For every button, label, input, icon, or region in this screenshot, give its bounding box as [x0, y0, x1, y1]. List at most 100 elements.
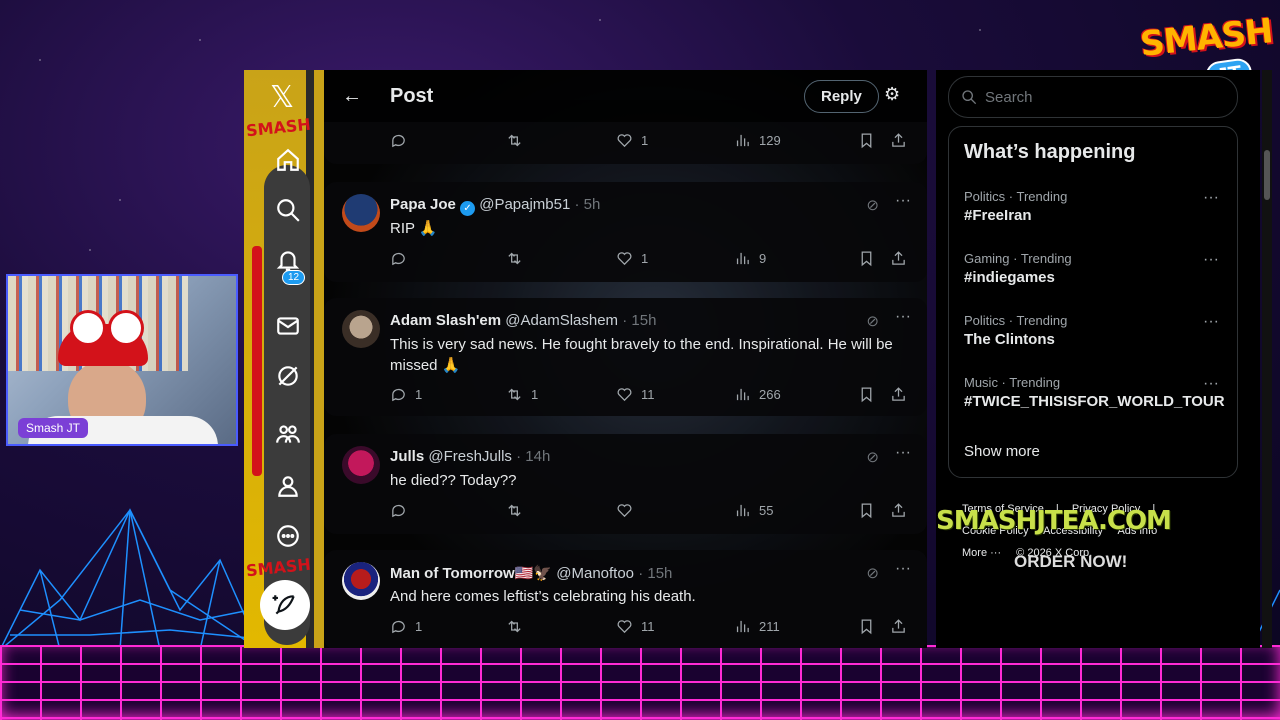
share-action[interactable] [890, 502, 907, 519]
grok-explain-icon[interactable]: ⊘ [866, 312, 879, 330]
bookmark-action[interactable] [858, 502, 875, 519]
show-more-link[interactable]: Show more [964, 443, 1040, 460]
post-header: ← Post Reply ⚙︎ [324, 70, 927, 122]
search-icon[interactable] [268, 190, 308, 230]
back-arrow-icon[interactable]: ← [342, 85, 366, 108]
like-action[interactable]: 11 [616, 386, 655, 403]
tweet-time[interactable]: · 15h [622, 312, 656, 329]
retweet-action[interactable] [506, 502, 523, 519]
trend-item[interactable]: Politics · Trending #FreeIran ··· [964, 189, 1229, 224]
more-options-icon[interactable]: ··· [1203, 375, 1219, 393]
views-action[interactable]: 266 [734, 386, 781, 403]
trend-item[interactable]: Music · Trending #TWICE_THISISFOR_WORLD_… [964, 375, 1229, 410]
streamer-webcam: Smash JT [6, 274, 238, 446]
tweet-time[interactable]: · 15h [638, 565, 672, 582]
bookmark-action[interactable] [858, 132, 875, 149]
tweet-text: he died?? Today?? [390, 472, 517, 489]
bookmark-action[interactable] [858, 618, 875, 635]
x-logo-icon[interactable]: 𝕏 [270, 80, 294, 115]
reply-tweet-man-of-tomorrow[interactable]: Man of Tomorrow🇺🇸🦅 @Manoftoo · 15h ⊘ ···… [324, 550, 927, 648]
sliders-icon[interactable]: ⚙︎ [884, 84, 900, 105]
grok-explain-icon[interactable]: ⊘ [866, 196, 879, 214]
avatar[interactable] [342, 446, 380, 484]
more-options-icon[interactable]: ··· [895, 444, 911, 462]
reply-tweet-adam[interactable]: Adam Slash'em @AdamSlashem · 15h ⊘ ··· T… [324, 298, 927, 416]
more-options-icon[interactable]: ··· [1203, 313, 1219, 331]
views-count: 9 [759, 251, 767, 266]
more-options-icon[interactable]: ··· [1203, 251, 1219, 269]
trend-tag: The Clintons [964, 331, 1055, 348]
views-action[interactable]: 129 [734, 132, 781, 149]
retweet-action[interactable] [506, 618, 523, 635]
logo-smash-text: SMASH [1138, 11, 1275, 65]
tweet-actions: 1 1 11 266 [390, 386, 913, 406]
avatar[interactable] [342, 310, 380, 348]
streamer-name-tag: Smash JT [18, 418, 89, 438]
hat-eye-right [108, 310, 144, 346]
reply-tweet-papa-joe[interactable]: Papa Joe ✓ @Papajmb51 · 5h ⊘ ··· RIP 🙏 1… [324, 182, 927, 282]
bookmark-action[interactable] [858, 250, 875, 267]
author-name[interactable]: Man of Tomorrow🇺🇸🦅 [390, 565, 552, 582]
share-action[interactable] [890, 250, 907, 267]
reply-action[interactable] [390, 250, 407, 267]
tweet-text: RIP 🙏 [390, 220, 438, 237]
reply-tweet-julls[interactable]: Julls @FreshJulls · 14h ⊘ ··· he died?? … [324, 434, 927, 534]
trend-item[interactable]: Gaming · Trending #indiegames ··· [964, 251, 1229, 286]
search-placeholder: Search [985, 88, 1033, 106]
author-name[interactable]: Julls [390, 448, 424, 465]
author-name[interactable]: Papa Joe [390, 196, 456, 213]
like-action[interactable] [616, 502, 633, 519]
tweet-header: Man of Tomorrow🇺🇸🦅 @Manoftoo · 15h [390, 564, 672, 582]
compose-post-button[interactable] [260, 580, 310, 630]
author-handle[interactable]: @Papajmb51 [479, 196, 570, 213]
like-action[interactable]: 1 [616, 132, 648, 149]
more-options-icon[interactable]: ··· [895, 560, 911, 578]
grok-explain-icon[interactable]: ⊘ [866, 448, 879, 466]
avatar[interactable] [342, 562, 380, 600]
author-handle[interactable]: @Manoftoo [556, 565, 634, 582]
page-title: Post [390, 84, 434, 107]
home-icon[interactable] [268, 140, 308, 180]
scrollbar-thumb[interactable] [1264, 150, 1270, 200]
bookmark-action[interactable] [858, 386, 875, 403]
views-action[interactable]: 211 [734, 618, 780, 635]
reply-action[interactable]: 1 [390, 618, 422, 635]
reply-action[interactable]: 1 [390, 386, 422, 403]
retweet-action[interactable] [506, 250, 523, 267]
like-action[interactable]: 1 [616, 250, 648, 267]
like-action[interactable]: 11 [616, 618, 655, 635]
page-scrollbar[interactable] [1262, 70, 1272, 648]
grok-icon[interactable] [268, 356, 308, 396]
reply-action[interactable] [390, 132, 407, 149]
author-name[interactable]: Adam Slash'em [390, 312, 501, 329]
author-handle[interactable]: @AdamSlashem [505, 312, 618, 329]
author-handle[interactable]: @FreshJulls [428, 448, 512, 465]
mail-icon[interactable] [268, 306, 308, 346]
share-action[interactable] [890, 132, 907, 149]
share-action[interactable] [890, 386, 907, 403]
reply-button[interactable]: Reply [804, 80, 879, 113]
retweet-action[interactable] [506, 132, 523, 149]
views-count: 55 [759, 503, 774, 518]
more-options-icon[interactable]: ··· [895, 192, 911, 210]
person-icon[interactable] [268, 466, 308, 506]
trends-title: What’s happening [964, 141, 1136, 163]
reply-action[interactable] [390, 502, 407, 519]
share-action[interactable] [890, 618, 907, 635]
grok-explain-icon[interactable]: ⊘ [866, 564, 879, 582]
more-options-icon[interactable]: ··· [1203, 189, 1219, 207]
views-action[interactable]: 9 [734, 250, 766, 267]
more-link[interactable]: More ··· [962, 547, 1001, 559]
avatar[interactable] [342, 194, 380, 232]
people-icon[interactable] [268, 414, 308, 454]
trend-category: Politics · Trending [964, 313, 1068, 328]
retweet-action[interactable]: 1 [506, 386, 538, 403]
trend-item[interactable]: Politics · Trending The Clintons ··· [964, 313, 1229, 348]
tweet-time[interactable]: · 14h [516, 448, 550, 465]
more-options-icon[interactable]: ··· [895, 308, 911, 326]
tweet-header: Julls @FreshJulls · 14h [390, 448, 550, 465]
search-input[interactable]: Search [948, 76, 1238, 118]
tweet-time[interactable]: · 5h [575, 196, 601, 213]
views-action[interactable]: 55 [734, 502, 773, 519]
more-circle-icon[interactable] [268, 516, 308, 556]
